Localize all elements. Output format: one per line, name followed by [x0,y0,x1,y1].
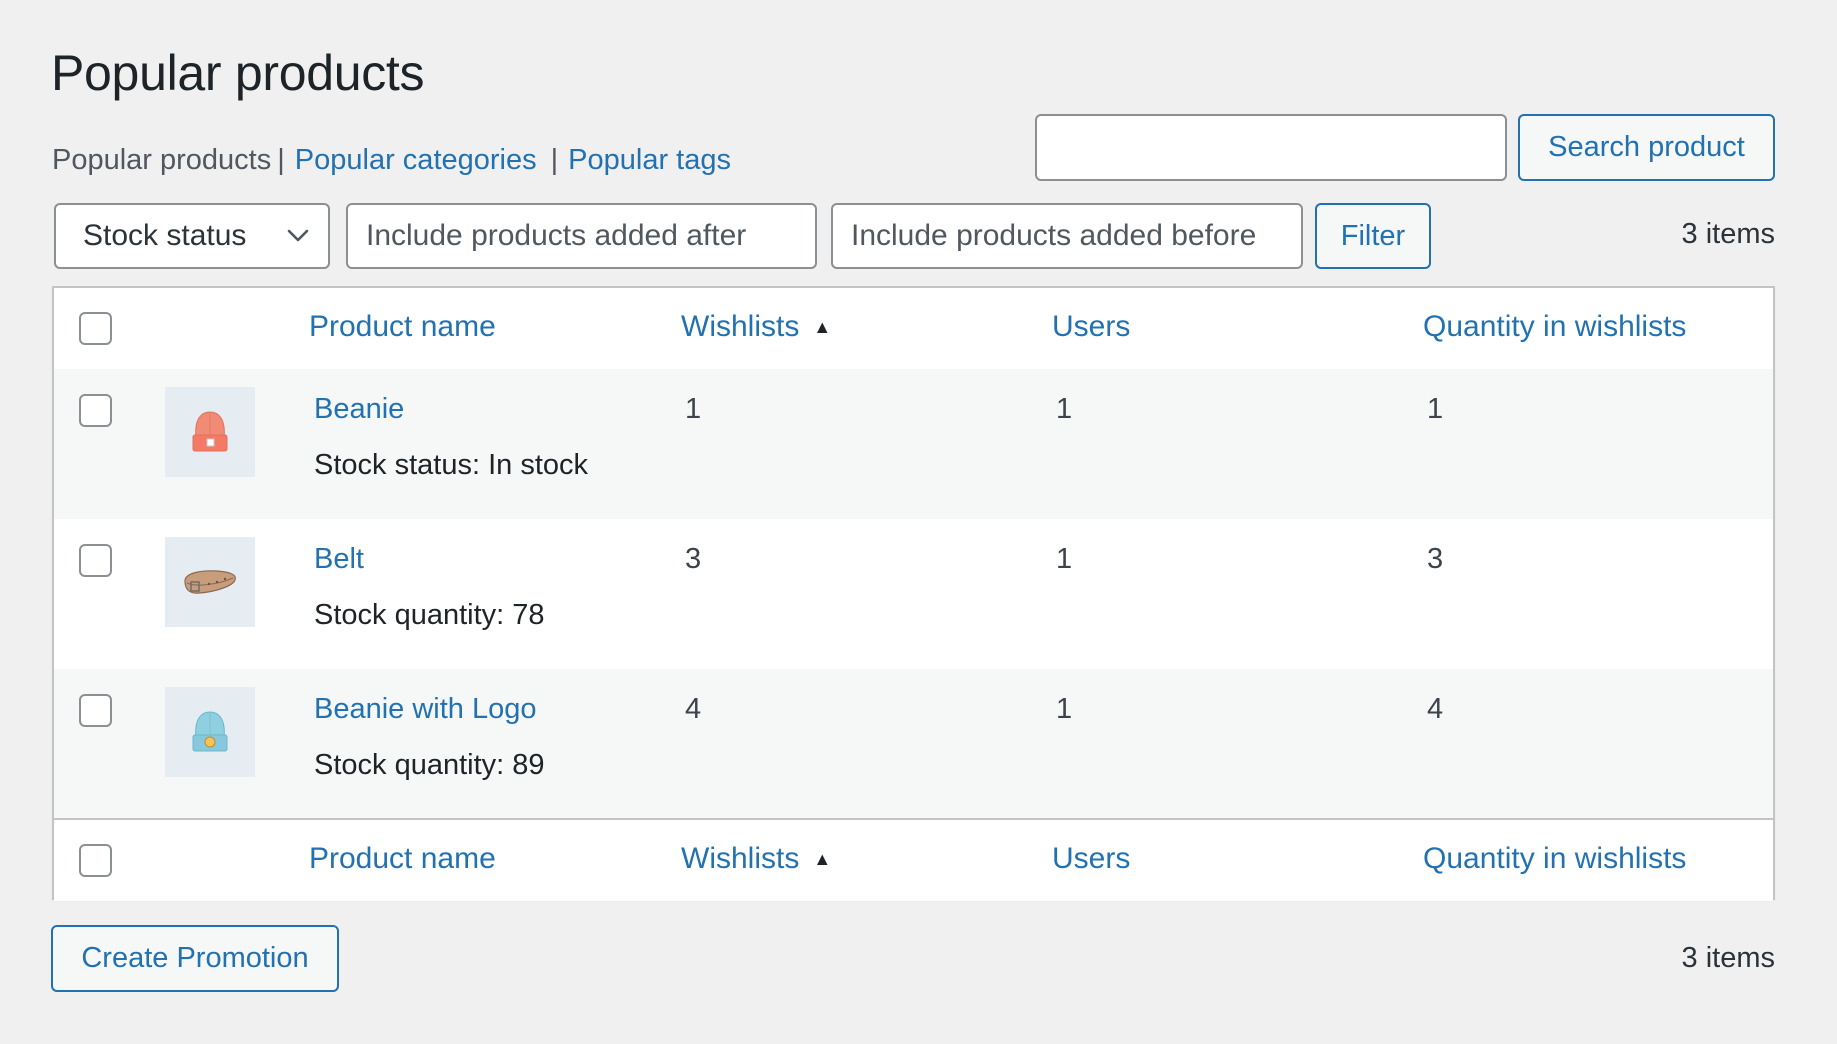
sort-ascending-icon: ▲ [813,848,832,869]
stock-status-select-value: Stock status [83,219,247,252]
row-checkbox[interactable] [79,394,112,427]
filter-button[interactable]: Filter [1315,203,1431,269]
table-row: Beanie with Logo Stock quantity: 89 4 1 … [54,669,1773,819]
column-header-label: Wishlists [681,842,800,875]
column-header-label: Users [1052,842,1131,875]
items-count-bottom: 3 items [1681,942,1775,974]
subnav-separator: | [550,144,559,176]
column-header-label: Users [1052,310,1131,343]
beanie-orange-icon [192,411,228,452]
column-header-label: Product name [309,842,496,875]
column-footer-product-name[interactable]: Product name [309,842,496,876]
column-header-quantity-in-wishlists[interactable]: Quantity in wishlists [1423,310,1686,344]
column-header-wishlists[interactable]: Wishlists ▲ [681,310,831,344]
popular-products-table: Product name Wishlists ▲ Users Quantity … [52,286,1775,901]
column-footer-quantity-in-wishlists[interactable]: Quantity in wishlists [1423,842,1686,876]
wishlists-value: 1 [685,393,702,425]
product-stock-info: Stock status: In stock [314,449,588,481]
wishlists-value: 3 [685,543,702,575]
quantity-value: 4 [1427,693,1444,725]
quantity-value: 3 [1427,543,1444,575]
product-thumbnail[interactable] [165,387,255,477]
table-row: Beanie Stock status: In stock 1 1 1 [54,369,1773,519]
users-value: 1 [1056,393,1073,425]
column-header-label: Product name [309,310,496,343]
table-header: Product name Wishlists ▲ Users Quantity … [54,288,1773,371]
added-after-input[interactable] [346,203,817,269]
stock-status-select[interactable]: Stock status [54,203,330,269]
belt-icon [184,570,236,594]
product-thumbnail[interactable] [165,687,255,777]
subnav-separator: | [277,144,285,176]
create-promotion-button[interactable]: Create Promotion [51,925,339,992]
items-count-top: 3 items [1681,218,1775,250]
column-header-label: Quantity in wishlists [1423,842,1687,875]
table-row: Belt Stock quantity: 78 3 1 3 [54,519,1773,669]
sort-ascending-icon: ▲ [813,316,832,337]
column-footer-wishlists[interactable]: Wishlists ▲ [681,842,831,876]
quantity-value: 1 [1427,393,1444,425]
column-header-product-name[interactable]: Product name [309,310,496,344]
subnav-current-popular-products: Popular products [52,144,272,176]
users-value: 1 [1056,693,1073,725]
wishlists-value: 4 [685,693,702,725]
product-stock-info: Stock quantity: 89 [314,749,545,781]
product-thumbnail[interactable] [165,537,255,627]
row-checkbox[interactable] [79,694,112,727]
subnav-link-popular-categories[interactable]: Popular categories [295,144,537,176]
select-all-checkbox[interactable] [79,312,112,345]
added-before-input[interactable] [831,203,1303,269]
subnav-link-popular-tags[interactable]: Popular tags [568,144,731,176]
product-name-link[interactable]: Belt [314,543,364,576]
chevron-down-icon [286,224,310,248]
product-name-link[interactable]: Beanie [314,393,404,426]
product-name-link[interactable]: Beanie with Logo [314,693,537,726]
product-stock-info: Stock quantity: 78 [314,599,545,631]
users-value: 1 [1056,543,1073,575]
page-title: Popular products [51,45,425,101]
search-product-button[interactable]: Search product [1518,114,1775,181]
subnav: Popular products | Popular categories | Popu… [52,144,731,177]
select-all-checkbox-footer[interactable] [79,844,112,877]
column-header-label: Wishlists [681,310,800,343]
table-footer: Product name Wishlists ▲ Users Quantity … [54,818,1773,901]
search-input[interactable] [1035,114,1507,181]
column-header-users[interactable]: Users [1052,310,1130,344]
beanie-blue-logo-icon [192,711,228,752]
column-header-label: Quantity in wishlists [1423,310,1687,343]
row-checkbox[interactable] [79,544,112,577]
column-footer-users[interactable]: Users [1052,842,1130,876]
